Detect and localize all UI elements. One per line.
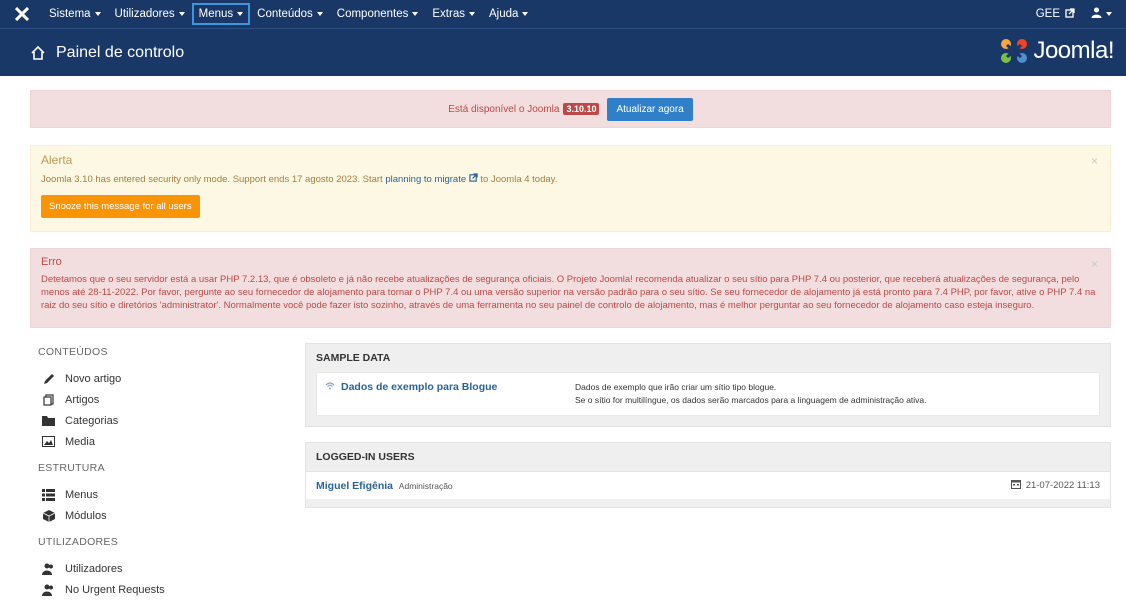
module-title: LOGGED-IN USERS [316, 451, 415, 463]
calendar-icon [1010, 479, 1021, 492]
image-icon [42, 435, 55, 448]
caret-down-icon [468, 12, 475, 16]
user-date: 21-07-2022 11:13 [1010, 479, 1100, 492]
page-header: Painel de controlo Joomla! [0, 28, 1126, 76]
menu-menus[interactable]: Menus [191, 3, 251, 25]
external-link-icon [1065, 7, 1075, 21]
sidebar-item-utilizadores[interactable]: Utilizadores [42, 558, 278, 579]
error-alert: Erro Detetamos que o seu servidor está a… [30, 248, 1111, 328]
page-title: Painel de controlo [56, 43, 185, 61]
error-title: Erro [41, 256, 62, 268]
sample-data-blog-link[interactable]: Dados de exemplo para Blogue [325, 379, 575, 409]
sidebar-item-artigos[interactable]: Artigos [42, 389, 278, 410]
cube-icon [42, 509, 55, 522]
warning-title: Alerta [41, 153, 73, 167]
sidebar-item-categorias[interactable]: Categorias [42, 410, 278, 431]
sample-data-module: SAMPLE DATA Dados de exemplo para Blogue… [305, 343, 1111, 427]
user-info: Miguel Efigênia Administração [316, 480, 453, 492]
table-row: Miguel Efigênia Administração 21-07-2022… [306, 471, 1110, 499]
sidebar-item-menus[interactable]: Menus [42, 484, 278, 505]
sidebar-item-modulos[interactable]: Módulos [42, 505, 278, 526]
joomla-x-icon[interactable] [14, 6, 30, 22]
caret-down-icon [1106, 12, 1112, 16]
view-site-link[interactable]: GEE [1036, 7, 1075, 21]
sidebar-section-title: UTILIZADORES [38, 536, 119, 548]
joomla-logo: Joomla! [999, 37, 1114, 65]
folder-icon [42, 414, 55, 427]
caret-down-icon [522, 12, 529, 16]
menu-utilizadores[interactable]: Utilizadores [108, 3, 192, 25]
update-notice: Está disponível o Joomla 3.10.10 Atualiz… [30, 90, 1111, 128]
sidebar-item-media[interactable]: Media [42, 431, 278, 452]
menu-sistema[interactable]: Sistema [42, 3, 108, 25]
sidebar-section-title: CONTEÚDOS [38, 346, 108, 358]
update-now-button[interactable]: Atualizar agora [607, 97, 693, 121]
logged-in-users-module: LOGGED-IN USERS Miguel Efigênia Administ… [305, 442, 1111, 508]
copy-icon [42, 393, 55, 406]
module-body: Dados de exemplo para Blogue Dados de ex… [316, 372, 1100, 416]
top-right-controls: GEE [1036, 0, 1112, 28]
sidebar: CONTEÚDOS Novo artigo Artigos Categorias… [38, 346, 278, 600]
users-icon [42, 583, 55, 596]
top-navbar: Sistema Utilizadores Menus Conteúdos Com… [0, 0, 1126, 28]
migrate-link[interactable]: planning to migrate [385, 174, 466, 185]
sidebar-item-no-urgent-requests[interactable]: No Urgent Requests [42, 579, 278, 600]
caret-down-icon [178, 12, 185, 16]
menu-conteudos[interactable]: Conteúdos [250, 3, 330, 25]
caret-down-icon [237, 12, 244, 16]
sample-data-description: Dados de exemplo que irão criar um sítio… [575, 382, 927, 405]
close-icon[interactable]: × [1091, 154, 1098, 168]
user-icon [1091, 7, 1102, 21]
error-text: Detetamos que o seu servidor está a usar… [41, 274, 1096, 311]
update-text: Está disponível o Joomla [448, 103, 560, 115]
close-icon[interactable]: × [1091, 257, 1098, 271]
list-icon [42, 488, 55, 501]
warning-alert: Alerta Joomla 3.10 has entered security … [30, 145, 1111, 232]
version-badge: 3.10.10 [563, 103, 600, 115]
users-icon [42, 562, 55, 575]
user-menu[interactable] [1091, 3, 1112, 25]
caret-down-icon [412, 12, 419, 16]
module-title: SAMPLE DATA [316, 352, 391, 364]
caret-down-icon [316, 12, 323, 16]
warning-text: Joomla 3.10 has entered security only mo… [41, 173, 558, 185]
joomla-logo-icon [1001, 39, 1028, 63]
caret-down-icon [94, 12, 101, 16]
sidebar-section-title: ESTRUTURA [38, 462, 105, 474]
user-name-link[interactable]: Miguel Efigênia [316, 480, 393, 492]
sidebar-item-novo-artigo[interactable]: Novo artigo [42, 368, 278, 389]
menu-extras[interactable]: Extras [425, 3, 482, 25]
home-icon [30, 45, 46, 61]
wifi-icon [325, 381, 335, 394]
pencil-icon [42, 372, 55, 385]
menu-ajuda[interactable]: Ajuda [482, 3, 535, 25]
main-menu: Sistema Utilizadores Menus Conteúdos Com… [42, 0, 535, 28]
user-role: Administração [398, 480, 453, 491]
sample-data-row: Dados de exemplo para Blogue Dados de ex… [317, 373, 1099, 415]
external-link-icon [469, 173, 481, 185]
menu-componentes[interactable]: Componentes [330, 3, 426, 25]
snooze-button[interactable]: Snooze this message for all users [41, 195, 200, 218]
